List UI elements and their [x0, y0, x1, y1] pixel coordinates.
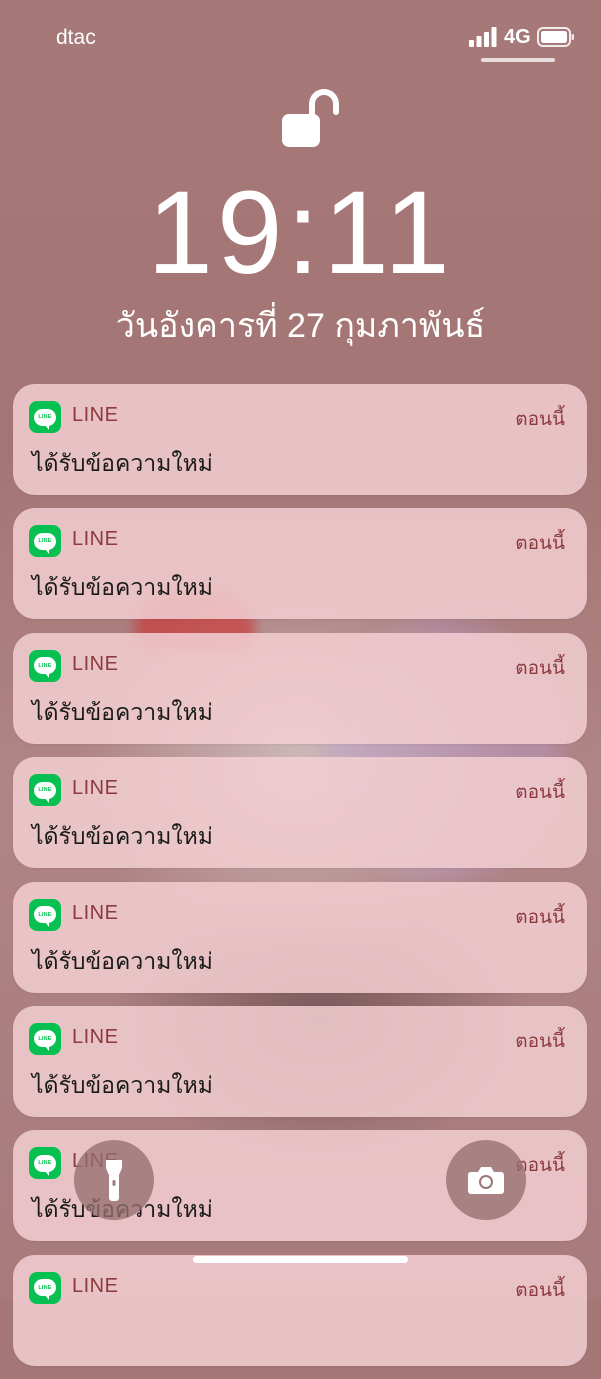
line-app-icon: LINE [29, 525, 61, 558]
line-icon-text: LINE [38, 538, 52, 545]
notification-card[interactable]: LINE LINE ตอนนี้ [13, 1254, 587, 1366]
notification-header: LINE LINE ตอนนี้ [29, 898, 565, 931]
home-indicator[interactable] [193, 1256, 408, 1263]
line-icon-text: LINE [38, 1160, 52, 1167]
camera-icon [468, 1167, 504, 1194]
notification-message: ได้รับข้อความใหม่ [32, 947, 213, 974]
line-app-icon: LINE [29, 1271, 61, 1304]
notification-header: LINE LINE ตอนนี้ [29, 1271, 565, 1304]
line-icon-text: LINE [38, 1035, 52, 1042]
carrier-label: dtac [56, 26, 96, 49]
notification-message: ได้รับข้อความใหม่ [32, 450, 213, 476]
notification-app-name: LINE [72, 777, 119, 800]
camera-button[interactable] [446, 1140, 526, 1220]
notification-time: ตอนนี้ [515, 782, 565, 804]
notification-app-name: LINE [72, 652, 119, 675]
line-icon-text: LINE [38, 662, 52, 669]
line-app-icon: LINE [29, 1147, 61, 1180]
lock-screen-date: วันอังคารที่ 27 กุมภาพันธ์ [115, 307, 486, 345]
lock-screen-time: 19:11 [147, 167, 454, 299]
unlocked-padlock-icon [282, 89, 339, 147]
notification-time: ตอนนี้ [515, 409, 565, 430]
notification-message: ได้รับข้อความใหม่ [32, 574, 213, 601]
battery-icon [537, 27, 574, 47]
notification-app-name: LINE [72, 1274, 119, 1297]
line-app-icon: LINE [29, 649, 61, 682]
flashlight-button[interactable] [74, 1140, 154, 1220]
notification-card[interactable]: LINE LINE ตอนนี้ ได้รับข้อความใหม่ [13, 508, 587, 620]
signal-bars-icon [469, 27, 497, 47]
notification-header: LINE LINE ตอนนี้ [29, 649, 565, 682]
notification-header: LINE LINE ตอนนี้ [29, 774, 565, 807]
notification-time: ตอนนี้ [515, 657, 565, 679]
line-app-icon: LINE [29, 774, 61, 807]
notification-message: ได้รับข้อความใหม่ [32, 823, 213, 850]
notification-header: LINE LINE ตอนนี้ [29, 525, 565, 558]
network-type-label: 4G [504, 26, 531, 48]
notification-card[interactable]: LINE LINE ตอนนี้ ได้รับข้อความใหม่ [13, 1005, 587, 1117]
line-app-icon: LINE [29, 898, 61, 931]
line-icon-text: LINE [38, 787, 52, 794]
notification-time: ตอนนี้ [515, 906, 565, 928]
notification-card[interactable]: LINE LINE ตอนนี้ ได้รับข้อความใหม่ [13, 757, 587, 869]
notification-time: ตอนนี้ [515, 1030, 565, 1052]
line-app-icon: LINE [29, 401, 61, 433]
status-bar: dtac 4G [0, 0, 601, 70]
line-icon-text: LINE [38, 414, 52, 420]
notification-time: ตอนนี้ [515, 1279, 565, 1301]
notification-card[interactable]: LINE LINE ตอนนี้ ได้รับข้อความใหม่ [13, 881, 587, 993]
notification-time: ตอนนี้ [515, 533, 565, 555]
notification-header: LINE LINE ตอนนี้ [29, 1022, 565, 1055]
notification-header: LINE LINE ตอนนี้ [29, 401, 565, 433]
control-center-indicator[interactable] [481, 58, 555, 62]
notification-card[interactable]: LINE LINE ตอนนี้ ได้รับข้อความใหม่ [13, 632, 587, 744]
notification-app-name: LINE [72, 1025, 119, 1048]
notification-app-name: LINE [72, 404, 119, 426]
notification-app-name: LINE [72, 901, 119, 924]
notification-message: ได้รับข้อความใหม่ [32, 1071, 213, 1098]
line-icon-text: LINE [38, 1284, 52, 1291]
flashlight-icon [106, 1160, 122, 1201]
notification-list: LINE LINE ตอนนี้ ได้รับข้อความใหม่ LINE … [13, 384, 587, 1379]
notification-card[interactable]: LINE LINE ตอนนี้ ได้รับข้อความใหม่ [13, 384, 587, 495]
line-icon-text: LINE [38, 911, 52, 918]
notification-message: ได้รับข้อความใหม่ [32, 698, 213, 725]
notification-app-name: LINE [72, 528, 119, 551]
line-app-icon: LINE [29, 1022, 61, 1055]
